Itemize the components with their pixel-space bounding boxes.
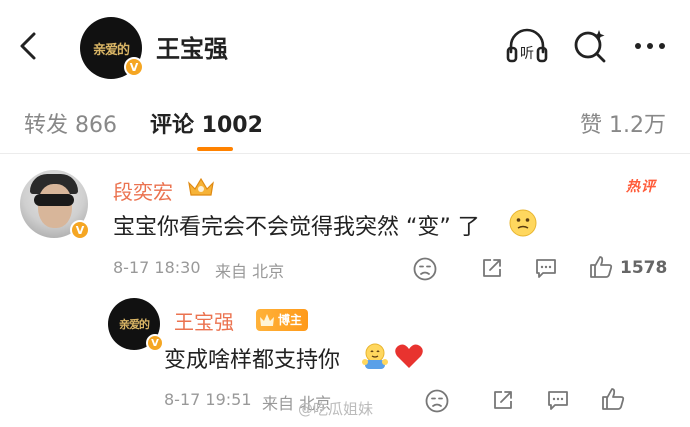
dislike-icon[interactable] <box>412 256 438 282</box>
reply-dislike-icon[interactable] <box>424 388 450 414</box>
commenter-verified-icon: V <box>70 220 90 240</box>
thinking-emoji-icon <box>509 209 537 237</box>
comment-location: 来自 北京 <box>215 262 285 281</box>
red-heart-icon <box>395 344 423 368</box>
comment-time: 8-17 18:30 <box>113 258 201 277</box>
search-icon[interactable] <box>570 26 610 66</box>
crown-icon <box>188 177 214 196</box>
like-icon[interactable] <box>588 254 614 280</box>
blogger-tag-label: 博主 <box>278 313 303 327</box>
hug-emoji-icon <box>362 343 388 369</box>
account-avatar[interactable]: 亲爱的 V <box>80 17 144 79</box>
comment-icon[interactable] <box>533 256 559 280</box>
blogger-tag: 博主 <box>256 309 309 331</box>
reply-time: 8-17 19:51 <box>164 390 252 409</box>
svg-text:听: 听 <box>520 46 534 62</box>
reply-like-icon[interactable] <box>600 386 626 412</box>
back-arrow-icon[interactable] <box>14 26 44 66</box>
comment-author[interactable]: 段奕宏 <box>113 176 173 205</box>
account-name[interactable]: 王宝强 <box>156 29 228 64</box>
tab-likes[interactable]: 赞 1.2万 <box>580 107 666 139</box>
reply-author[interactable]: 王宝强 <box>174 306 234 335</box>
more-dots-icon[interactable] <box>630 26 670 66</box>
share-icon[interactable] <box>480 256 504 280</box>
crown-icon <box>260 314 274 326</box>
top-bar: 亲爱的 V 王宝强 听 <box>0 0 690 92</box>
watermark: @吃瓜姐妹 <box>298 400 374 418</box>
reply-text: 变成啥样都支持你 <box>164 348 341 373</box>
active-tab-indicator <box>197 147 233 151</box>
reply-verified-icon: V <box>146 334 164 352</box>
like-count: 1578 <box>620 258 668 278</box>
tab-comments[interactable]: 评论 1002 <box>150 107 263 139</box>
listen-headphone-icon[interactable]: 听 <box>505 26 549 66</box>
reply-share-icon[interactable] <box>491 388 515 412</box>
reply-author-avatar[interactable]: 亲爱的 V <box>108 298 164 352</box>
comment-text: 宝宝你看完会不会觉得我突然 “变” 了 <box>113 215 480 240</box>
reply-comment-icon[interactable] <box>545 388 571 412</box>
verified-badge-icon: V <box>124 57 144 77</box>
tab-bar: 转发 866 评论 1002 赞 1.2万 <box>0 92 690 154</box>
tab-reposts[interactable]: 转发 866 <box>24 107 117 139</box>
hot-comment-badge: 热评 <box>626 179 656 195</box>
